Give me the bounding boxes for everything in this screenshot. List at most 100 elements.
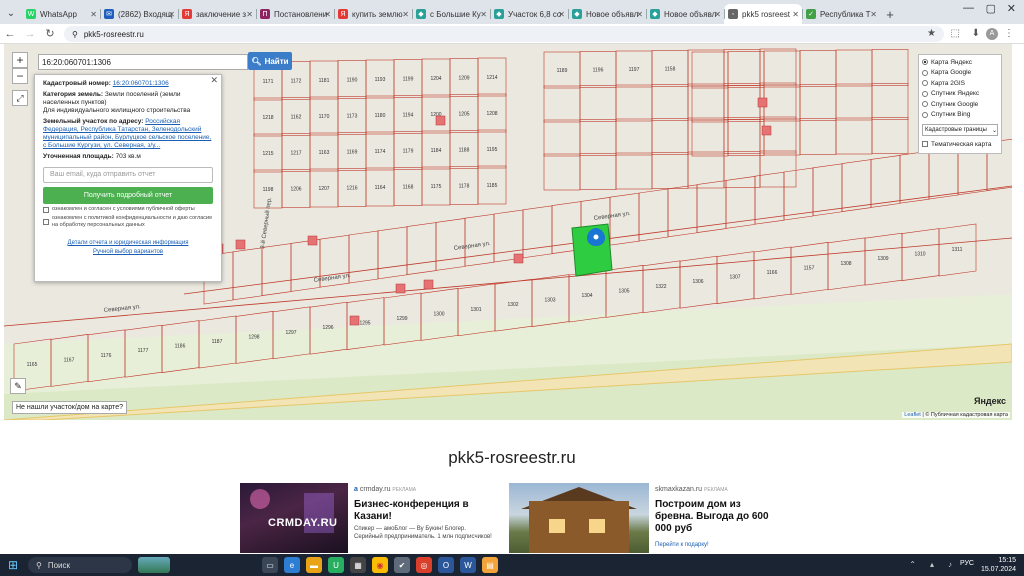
file-explorer-icon[interactable]: ▬: [306, 557, 322, 573]
menu-icon[interactable]: ⋮: [1004, 28, 1014, 39]
app-icon[interactable]: ◎: [416, 557, 432, 573]
boundaries-select[interactable]: Кадастровые границы ⌄: [922, 124, 998, 136]
new-tab-button[interactable]: +: [880, 4, 900, 24]
radio-icon[interactable]: [922, 69, 928, 76]
widgets-icon[interactable]: [138, 557, 170, 573]
outlook-icon[interactable]: O: [438, 557, 454, 573]
tray-chevron-icon[interactable]: ⌃: [909, 560, 916, 569]
layer-option[interactable]: Спутник Bing: [922, 110, 998, 121]
site-info-icon[interactable]: ⚲: [72, 30, 78, 39]
tab-close-icon[interactable]: ✕: [480, 10, 487, 19]
tab-close-icon[interactable]: ✕: [792, 10, 799, 19]
app-icon[interactable]: U: [328, 557, 344, 573]
radio-icon[interactable]: [922, 80, 928, 87]
radio-icon[interactable]: [922, 101, 928, 108]
browser-tab[interactable]: ✉ (2862) Входящ ✕: [100, 4, 178, 24]
tab-close-icon[interactable]: ✕: [324, 10, 331, 19]
address-bar[interactable]: ⚲ pkk5-rosreestr.ru: [64, 26, 944, 42]
extensions-icon[interactable]: ⬚: [951, 28, 960, 39]
app-icon[interactable]: ▤: [482, 557, 498, 573]
profile-avatar[interactable]: A: [986, 28, 998, 40]
browser-tab[interactable]: Якупить землю ✕: [334, 4, 412, 24]
tab-search-icon[interactable]: ⌄: [0, 2, 22, 24]
language-indicator[interactable]: РУС: [960, 560, 974, 567]
downloads-icon[interactable]: ⬇: [972, 28, 980, 39]
ad-title[interactable]: Бизнес-конференция в Казани!: [354, 499, 494, 523]
layer-option[interactable]: Карта 2GIS: [922, 78, 998, 89]
tab-close-icon[interactable]: ✕: [870, 10, 877, 19]
radio-icon[interactable]: [922, 111, 928, 118]
taskbar-search[interactable]: ⚲ Поиск: [28, 557, 132, 573]
layer-option[interactable]: Спутник Яндекс: [922, 89, 998, 100]
ad-image-house[interactable]: [509, 483, 649, 553]
close-icon[interactable]: ✕: [210, 76, 218, 85]
browser-tab[interactable]: ✓ Республика Т ✕: [802, 4, 880, 24]
close-window-icon[interactable]: ✕: [1007, 2, 1016, 15]
checkbox-icon[interactable]: [43, 206, 49, 213]
offer-checkbox[interactable]: ознакомлен и согласен с условиями публич…: [43, 206, 213, 213]
browser-tab[interactable]: Язаключение з ✕: [178, 4, 256, 24]
privacy-checkbox[interactable]: ознакомлен с политикой конфиденциальност…: [43, 215, 213, 229]
parcel-number: 1296: [322, 325, 333, 331]
report-details-link[interactable]: Детали отчета и юридическая информация: [43, 239, 213, 248]
tab-close-icon[interactable]: ✕: [168, 10, 175, 19]
ad-link[interactable]: Перейти к подарку!: [655, 541, 709, 549]
email-field[interactable]: Ваш email, куда отправить отчет: [43, 167, 213, 183]
browser-tab[interactable]: П Постановлени ✕: [256, 4, 334, 24]
ad-skmax[interactable]: skmaxkazan.ru РЕКЛАМА Построим дом из бр…: [649, 483, 773, 553]
back-icon[interactable]: ←: [0, 28, 20, 40]
clock[interactable]: 15:15 15.07.2024: [981, 556, 1016, 574]
bookmark-star-icon[interactable]: ★: [927, 28, 936, 39]
task-view-icon[interactable]: ▭: [262, 557, 278, 573]
chrome-icon[interactable]: ◉: [372, 557, 388, 573]
minimize-icon[interactable]: —: [963, 2, 974, 14]
get-report-button[interactable]: Получить подробный отчет: [43, 187, 213, 204]
app-icon[interactable]: ✔: [394, 557, 410, 573]
tab-close-icon[interactable]: ✕: [636, 10, 643, 19]
tab-close-icon[interactable]: ✕: [558, 10, 565, 19]
browser-tab[interactable]: ◆ Участок 6,8 со ✕: [490, 4, 568, 24]
parcel-boundary: [579, 119, 617, 156]
radio-icon[interactable]: [922, 90, 928, 97]
forward-icon[interactable]: →: [20, 28, 40, 40]
draw-pencil-icon[interactable]: ✎: [10, 378, 26, 394]
checkbox-icon[interactable]: [43, 219, 49, 225]
find-button[interactable]: 🔍︎ Найти: [248, 52, 292, 70]
manual-select-link[interactable]: Ручной выбор вариантов: [43, 248, 213, 257]
browser-tab[interactable]: ◆ Новое объявл ✕: [568, 4, 646, 24]
radio-icon[interactable]: [922, 59, 928, 66]
thematic-map-checkbox[interactable]: Тематическая карта: [922, 139, 998, 150]
volume-icon[interactable]: ♪: [948, 560, 952, 569]
maximize-icon[interactable]: ▢: [986, 2, 996, 15]
browser-tab[interactable]: W WhatsApp ✕: [22, 4, 100, 24]
zoom-out-button[interactable]: −: [12, 68, 28, 84]
fullscreen-icon[interactable]: ⤢: [12, 90, 28, 106]
cadastral-search-input[interactable]: 16:20:060701:1306: [38, 54, 248, 70]
layer-option[interactable]: Спутник Google: [922, 99, 998, 110]
network-icon[interactable]: ▴: [930, 560, 934, 569]
ad-crmday[interactable]: a crmday.ru РЕКЛАМА Бизнес-конференция в…: [348, 483, 500, 553]
leaflet-link[interactable]: Leaflet: [904, 412, 921, 418]
tab-close-icon[interactable]: ✕: [246, 10, 253, 19]
word-icon[interactable]: W: [460, 557, 476, 573]
browser-tab[interactable]: ◆ Новое объявл ✕: [646, 4, 724, 24]
edge-icon[interactable]: e: [284, 557, 300, 573]
layer-option[interactable]: Карта Google: [922, 68, 998, 79]
reload-icon[interactable]: ↻: [40, 27, 60, 40]
ad-image-crmday[interactable]: CRMDAY.RU: [240, 483, 348, 553]
cadastral-map[interactable]: 1171 1172 1181 1190 1193 1199 1204 1209 1214 1218…: [4, 44, 1012, 420]
tab-close-icon[interactable]: ✕: [402, 10, 409, 19]
layer-option[interactable]: Карта Яндекс: [922, 57, 998, 68]
ad-title[interactable]: Построим дом из бревна. Выгода до 600 00…: [655, 499, 773, 535]
cadastral-number-link[interactable]: 16:20:060701:1306: [113, 80, 169, 87]
windows-start-icon[interactable]: ⊞: [8, 558, 18, 572]
store-icon[interactable]: ▦: [350, 557, 366, 573]
parcel-boundary: [763, 118, 801, 156]
not-found-link[interactable]: Не нашли участок/дом на карте?: [12, 401, 127, 414]
tab-close-icon[interactable]: ✕: [90, 10, 97, 19]
zoom-in-button[interactable]: +: [12, 52, 28, 68]
checkbox-icon[interactable]: [922, 141, 928, 148]
browser-tab[interactable]: ◦ pkk5 rosreest ✕: [724, 4, 802, 24]
browser-tab[interactable]: ◆ с Большие Ку ✕: [412, 4, 490, 24]
tab-close-icon[interactable]: ✕: [714, 10, 721, 19]
